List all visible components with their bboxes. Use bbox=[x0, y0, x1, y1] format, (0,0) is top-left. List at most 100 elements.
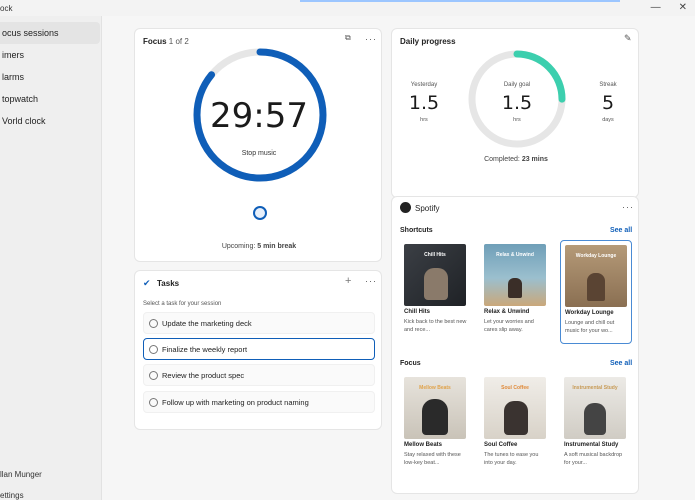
sidebar-item-stopwatch[interactable]: topwatch bbox=[0, 88, 100, 110]
task-label: Follow up with marketing on product nami… bbox=[162, 398, 309, 407]
sidebar-item-timers[interactable]: imers bbox=[0, 44, 100, 66]
sidebar-item-label: Vorld clock bbox=[2, 116, 46, 126]
playlist-art: Mellow Beats bbox=[404, 377, 466, 439]
sidebar-item-label: topwatch bbox=[2, 94, 39, 104]
title-bar-accent bbox=[300, 0, 620, 2]
app-title: ock bbox=[0, 4, 13, 13]
art-label: Chill Hits bbox=[424, 252, 446, 258]
focus-title: Focus bbox=[143, 37, 167, 46]
art-label: Mellow Beats bbox=[419, 385, 451, 391]
task-radio[interactable] bbox=[149, 398, 158, 407]
more-options-icon[interactable]: ··· bbox=[365, 276, 377, 286]
main-content: Focus 1 of 2 ⧉ ··· 29:57 Stop music Upco… bbox=[102, 16, 695, 500]
stop-music-button[interactable]: Stop music bbox=[185, 150, 333, 157]
task-item[interactable]: Follow up with marketing on product nami… bbox=[143, 391, 375, 413]
close-button[interactable]: ✕ bbox=[679, 2, 687, 13]
playlist-desc: The tunes to ease you into your day. bbox=[484, 452, 539, 466]
minimize-button[interactable]: — bbox=[651, 2, 661, 13]
completed-prefix: Completed: bbox=[484, 156, 522, 163]
user-account[interactable]: llan Munger bbox=[0, 470, 42, 479]
shortcuts-see-all-link[interactable]: See all bbox=[610, 227, 632, 234]
sidebar-item-world-clock[interactable]: Vorld clock bbox=[0, 110, 100, 132]
focus-counter: 1 of 2 bbox=[168, 37, 189, 46]
tasks-subtitle: Select a task for your session bbox=[143, 301, 222, 307]
sidebar: ocus sessions imers larms topwatch Vorld… bbox=[0, 16, 102, 500]
daily-progress-title: Daily progress bbox=[400, 37, 456, 46]
task-item[interactable]: Update the marketing deck bbox=[143, 312, 375, 334]
yesterday-label: Yesterday bbox=[410, 82, 438, 88]
playlist-tile-mellow-beats[interactable]: Mellow Beats Mellow Beats Stay relaxed w… bbox=[400, 373, 472, 485]
daily-goal-unit: hrs bbox=[513, 117, 521, 123]
art-figure bbox=[504, 401, 528, 435]
playlist-art: Instrumental Study bbox=[564, 377, 626, 439]
playlist-desc: Let your worries and cares slip away. bbox=[484, 319, 534, 333]
playlist-desc: Kick back to the best new and rece... bbox=[404, 319, 467, 333]
focus-card: Focus 1 of 2 ⧉ ··· 29:57 Stop music Upco… bbox=[134, 28, 382, 262]
spotify-title: Spotify bbox=[415, 204, 440, 213]
playlist-tile-chill-hits[interactable]: Chill Hits Chill Hits Kick back to the b… bbox=[400, 240, 472, 344]
sidebar-item-alarms[interactable]: larms bbox=[0, 66, 100, 88]
pause-button[interactable] bbox=[253, 206, 267, 220]
art-figure bbox=[424, 268, 448, 300]
art-label: Soul Coffee bbox=[501, 385, 529, 391]
task-item[interactable]: Review the product spec bbox=[143, 364, 375, 386]
completed-value: 23 mins bbox=[521, 156, 548, 163]
playlist-name: Soul Coffee bbox=[484, 442, 518, 448]
task-radio[interactable] bbox=[149, 371, 158, 380]
art-figure bbox=[508, 278, 522, 298]
playlist-art: Workday Lounge bbox=[565, 245, 627, 307]
add-task-button[interactable]: + bbox=[345, 275, 352, 287]
sidebar-item-label: imers bbox=[2, 50, 24, 60]
title-bar: ock — ✕ bbox=[0, 0, 695, 16]
daily-goal-label: Daily goal bbox=[503, 82, 531, 88]
playlist-desc: A soft musical backdrop for your... bbox=[564, 452, 623, 466]
art-figure bbox=[584, 403, 606, 435]
task-label: Update the marketing deck bbox=[162, 319, 252, 328]
playlist-art: Chill Hits bbox=[404, 244, 466, 306]
playlist-name: Mellow Beats bbox=[404, 442, 443, 448]
more-options-icon[interactable]: ··· bbox=[365, 34, 377, 44]
art-figure bbox=[422, 399, 448, 435]
daily-goal-value: 1.5 bbox=[501, 92, 533, 114]
sidebar-item-label: larms bbox=[2, 72, 24, 82]
playlist-art: Relax & Unwind bbox=[484, 244, 546, 306]
upcoming-text: Upcoming: 5 min break bbox=[135, 243, 383, 250]
yesterday-value: 1.5 bbox=[408, 92, 440, 114]
edit-icon[interactable]: ✎ bbox=[624, 33, 633, 44]
tasks-title: Tasks bbox=[157, 279, 180, 288]
art-figure bbox=[587, 273, 605, 301]
art-label: Instrumental Study bbox=[572, 385, 618, 391]
tasks-card: ✔ Tasks + ··· Select a task for your ses… bbox=[134, 270, 382, 430]
playlist-tile-instrumental-study[interactable]: Instrumental Study Instrumental Study A … bbox=[560, 373, 632, 485]
playlist-tile-relax-unwind[interactable]: Relax & Unwind Relax & Unwind Let your w… bbox=[480, 240, 552, 344]
playlist-name: Chill Hits bbox=[404, 309, 431, 315]
sidebar-item-label: ocus sessions bbox=[2, 28, 59, 38]
art-label: Relax & Unwind bbox=[496, 252, 534, 258]
streak-value: 5 bbox=[601, 92, 615, 114]
upcoming-prefix: Upcoming: bbox=[221, 243, 258, 250]
playlist-tile-workday-lounge[interactable]: Workday Lounge Workday Lounge Lounge and… bbox=[560, 240, 632, 344]
playlist-tile-soul-coffee[interactable]: Soul Coffee Soul Coffee The tunes to eas… bbox=[480, 373, 552, 485]
streak-unit: days bbox=[602, 117, 614, 123]
more-options-icon[interactable]: ··· bbox=[622, 202, 634, 212]
task-label: Finalize the weekly report bbox=[162, 345, 248, 354]
task-item-selected[interactable]: Finalize the weekly report bbox=[143, 338, 375, 360]
focus-see-all-link[interactable]: See all bbox=[610, 360, 632, 367]
task-radio[interactable] bbox=[149, 319, 158, 328]
completed-text: Completed: 23 mins bbox=[392, 156, 640, 163]
task-radio[interactable] bbox=[149, 345, 158, 354]
checkmark-icon: ✔ bbox=[143, 278, 151, 288]
playlist-name: Instrumental Study bbox=[564, 442, 619, 448]
playlist-desc: Lounge and chill out music for your wo..… bbox=[565, 320, 615, 334]
compact-view-icon[interactable]: ⧉ bbox=[345, 33, 352, 43]
yesterday-unit: hrs bbox=[420, 117, 428, 123]
streak-label: Streak bbox=[599, 82, 617, 88]
sidebar-item-settings[interactable]: ettings bbox=[0, 491, 24, 500]
playlist-desc: Stay relaxed with these low-key beat... bbox=[404, 452, 461, 466]
sidebar-item-focus-sessions[interactable]: ocus sessions bbox=[0, 22, 100, 44]
timer-display: 29:57 bbox=[210, 96, 308, 136]
task-label: Review the product spec bbox=[162, 371, 245, 380]
window-controls: — ✕ bbox=[651, 2, 687, 13]
playlist-name: Relax & Unwind bbox=[484, 309, 530, 315]
spotify-card: Spotify ··· Shortcuts See all Chill Hits… bbox=[391, 196, 639, 494]
